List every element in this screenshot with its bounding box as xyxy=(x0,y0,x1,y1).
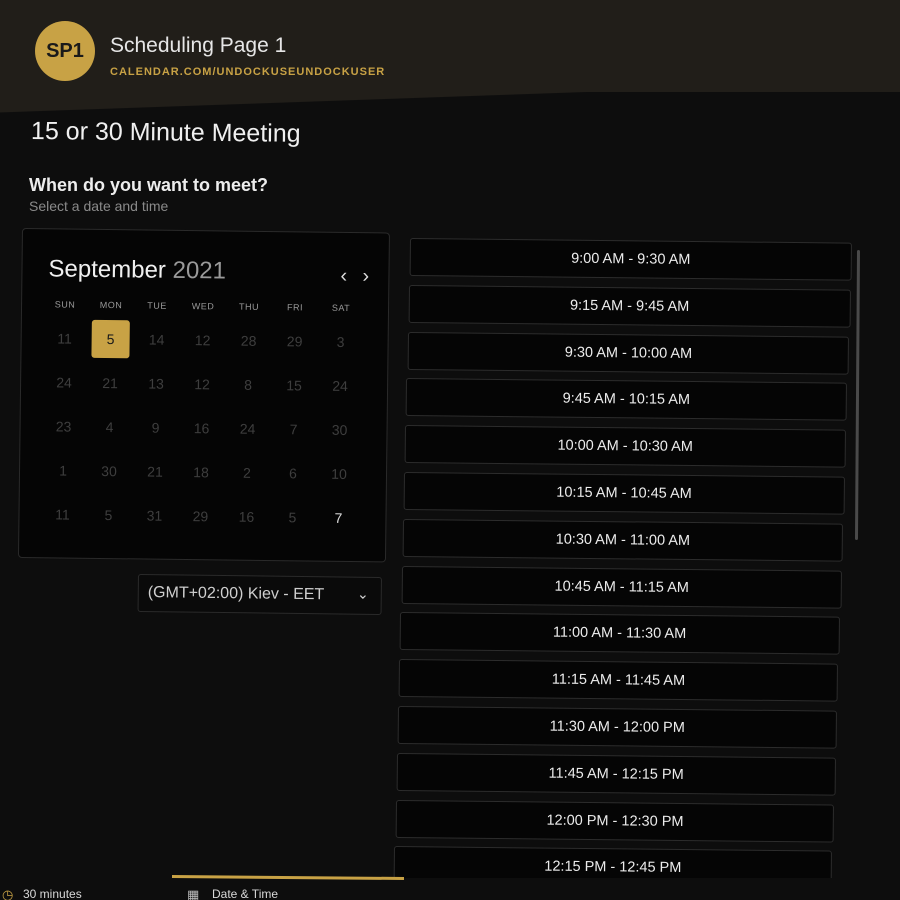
time-slot-button[interactable]: 10:00 AM - 10:30 AM xyxy=(404,425,846,468)
time-slot-button[interactable]: 10:30 AM - 11:00 AM xyxy=(402,518,843,562)
calendar-icon: ▦ xyxy=(187,887,200,900)
step-label[interactable]: Date & Time xyxy=(212,887,278,900)
time-slot-button[interactable]: 12:00 PM - 12:30 PM xyxy=(395,799,834,843)
time-slot-button[interactable]: 9:00 AM - 9:30 AM xyxy=(409,238,852,281)
scheduling-page: SP1 Scheduling Page 1 CALENDAR.COM/UNDOC… xyxy=(0,0,900,900)
time-slot-button[interactable]: 11:00 AM - 11:30 AM xyxy=(399,612,840,655)
time-slot-button[interactable]: 11:30 AM - 12:00 PM xyxy=(397,706,837,749)
time-slot-button[interactable]: 9:30 AM - 10:00 AM xyxy=(407,331,849,375)
duration-label: 30 minutes xyxy=(23,887,82,900)
time-slot-button[interactable]: 11:45 AM - 12:15 PM xyxy=(396,752,836,796)
time-slot-button[interactable]: 10:15 AM - 10:45 AM xyxy=(403,472,845,515)
time-slot-button[interactable]: 11:15 AM - 11:45 AM xyxy=(398,659,839,702)
time-slot-button[interactable]: 9:15 AM - 9:45 AM xyxy=(408,284,851,328)
time-slot-list: 9:00 AM - 9:30 AM 9:15 AM - 9:45 AM 9:30 A… xyxy=(0,0,900,900)
footer-bar xyxy=(0,878,900,900)
time-slot-button[interactable]: 10:45 AM - 11:15 AM xyxy=(401,565,842,609)
time-slot-button[interactable]: 9:45 AM - 10:15 AM xyxy=(405,378,848,422)
clock-icon: ◷ xyxy=(2,887,14,900)
